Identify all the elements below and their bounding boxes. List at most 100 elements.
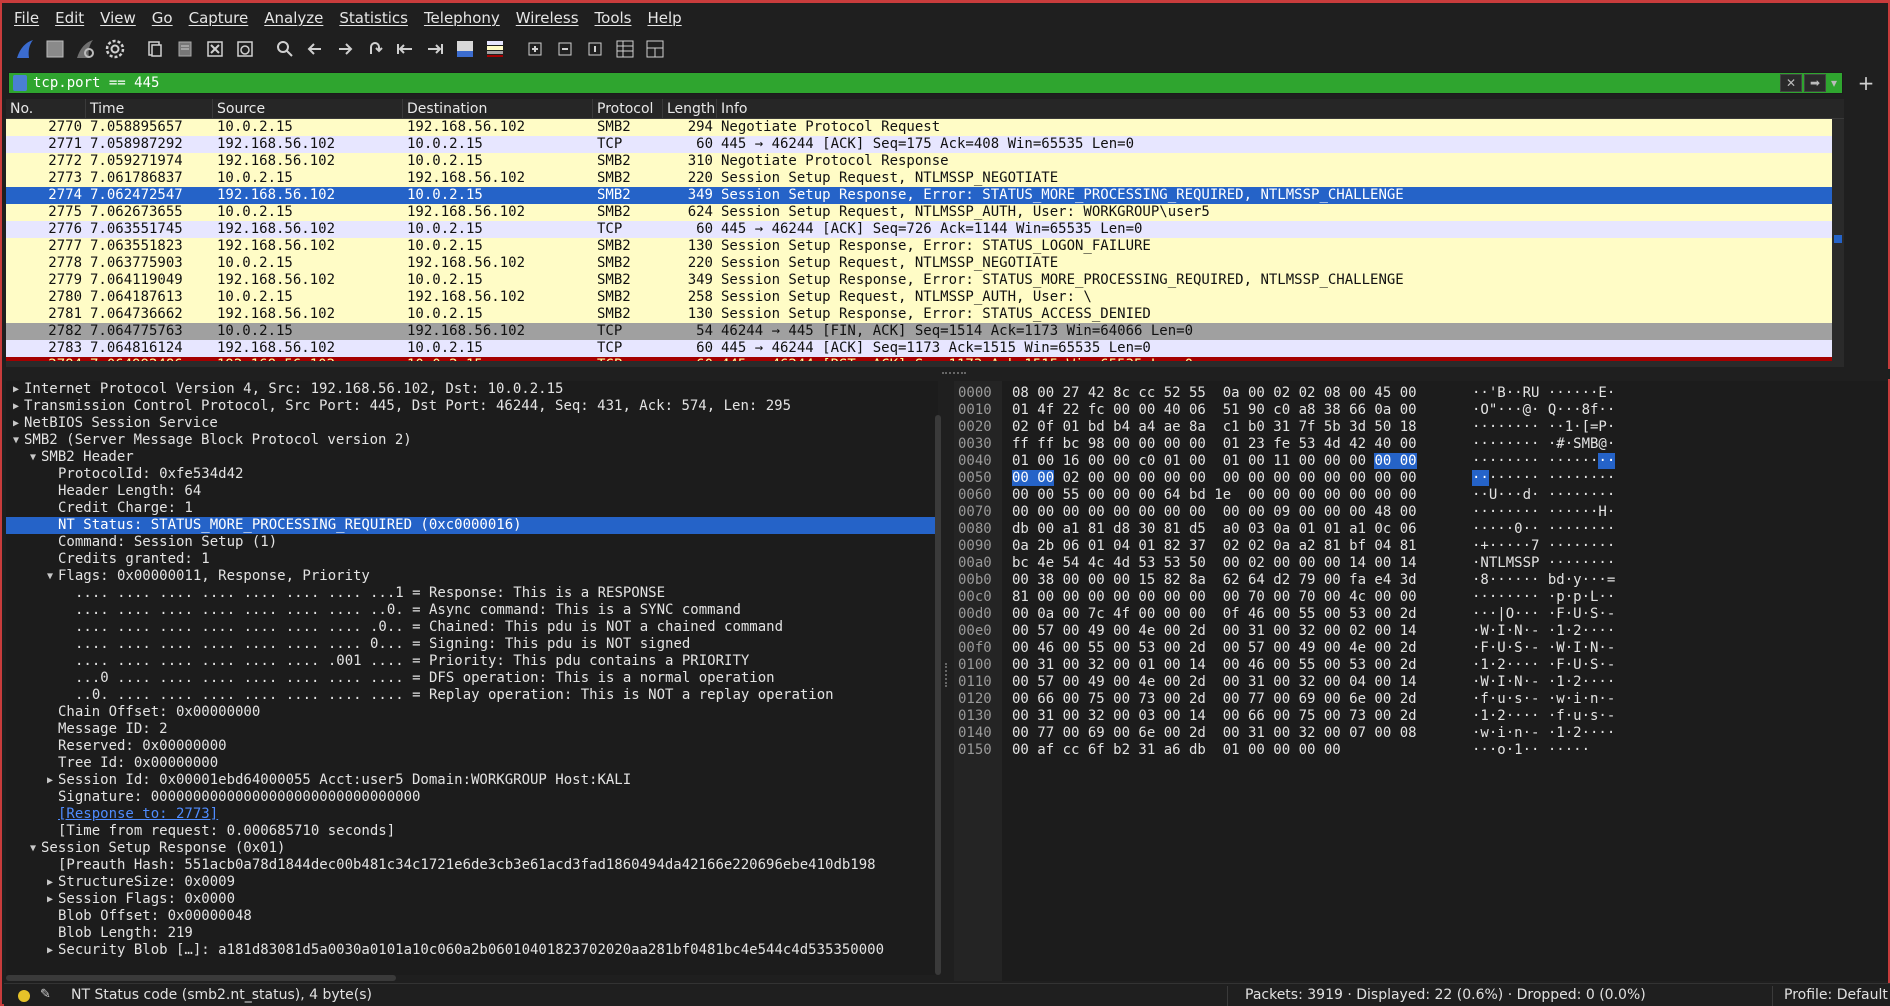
capture-comment-edit-icon[interactable]: ✎ xyxy=(40,987,54,1003)
packet-row[interactable]: 2775 7.062673655 10.0.2.15 192.168.56.102 SM… xyxy=(6,204,1844,221)
byte-hex[interactable]: 00 38 00 00 00 15 82 8a 62 64 d2 79 00 f… xyxy=(1012,572,1417,589)
vertical-splitter-grip[interactable] xyxy=(945,663,949,687)
packet-row[interactable]: 2780 7.064187613 10.0.2.15 192.168.56.102 SM… xyxy=(6,289,1844,306)
byte-ascii[interactable]: ·O"···@· Q···8f·· xyxy=(1472,402,1615,419)
detail-tree-row[interactable]: .... .... .... .... .... .... .... ...1 … xyxy=(6,585,938,602)
detail-tree-row[interactable]: .... .... .... .... .... .... .... ..0. … xyxy=(6,602,938,619)
detail-tree-row[interactable]: Chain Offset: 0x00000000 xyxy=(6,704,938,721)
normal-size-icon[interactable] xyxy=(580,34,610,64)
byte-hex[interactable]: 81 00 00 00 00 00 00 00 00 70 00 70 00 4… xyxy=(1012,589,1417,606)
byte-hex[interactable]: 00 46 00 55 00 53 00 2d 00 57 00 49 00 4… xyxy=(1012,640,1417,657)
collapsed-arrow-icon[interactable]: ▶ xyxy=(44,772,56,789)
byte-ascii[interactable]: ········ ······H· xyxy=(1472,504,1615,521)
clear-filter-icon[interactable]: ✕ xyxy=(1780,74,1802,92)
menu-help[interactable]: Help xyxy=(639,9,689,27)
add-filter-button-plus-icon[interactable]: + xyxy=(1854,71,1878,95)
stop-square-icon[interactable] xyxy=(40,34,70,64)
byte-ascii[interactable]: ·F·U·S·- ·W·I·N·- xyxy=(1472,640,1615,657)
byte-hex[interactable]: 00 57 00 49 00 4e 00 2d 00 31 00 32 00 0… xyxy=(1012,674,1417,691)
byte-ascii[interactable]: ·W·I·N·- ·1·2···· xyxy=(1472,623,1615,640)
detail-tree-row[interactable]: Blob Offset: 0x00000048 xyxy=(6,908,938,925)
byte-ascii[interactable]: ········ ········ xyxy=(1472,453,1616,470)
forward-arrow-icon[interactable] xyxy=(330,34,360,64)
packet-row[interactable]: 2781 7.064736662 192.168.56.102 10.0.2.15 SM… xyxy=(6,306,1844,323)
expanded-arrow-icon[interactable]: ▼ xyxy=(44,568,56,585)
detail-tree-row[interactable]: Tree Id: 0x00000000 xyxy=(6,755,938,772)
pane-splitter[interactable] xyxy=(2,369,1890,379)
detail-tree-row[interactable]: ▼ Session Setup Response (0x01) xyxy=(6,840,938,857)
byte-ascii[interactable]: ···|O··· ·F·U·S·- xyxy=(1472,606,1615,623)
menu-telephony[interactable]: Telephony xyxy=(416,9,508,27)
byte-hex[interactable]: 00 00 00 00 00 00 00 00 00 00 09 00 00 0… xyxy=(1012,504,1417,521)
byte-ascii[interactable]: ·f·u·s·- ·w·i·n·- xyxy=(1472,691,1615,708)
byte-ascii[interactable]: ··'B··RU ······E· xyxy=(1472,385,1615,402)
byte-ascii[interactable]: ···o·1·· ····· xyxy=(1472,742,1590,759)
menu-statistics[interactable]: Statistics xyxy=(331,9,416,27)
packet-list-horizontal-scrollbar[interactable] xyxy=(6,361,1832,367)
detail-tree-row[interactable]: Blob Length: 219 xyxy=(6,925,938,942)
byte-ascii[interactable]: ·w·i·n·- ·1·2···· xyxy=(1472,725,1615,742)
collapsed-arrow-icon[interactable]: ▶ xyxy=(44,891,56,908)
packet-row[interactable]: 2777 7.063551823 192.168.56.102 10.0.2.15 SM… xyxy=(6,238,1844,255)
expanded-arrow-icon[interactable]: ▼ xyxy=(10,432,22,449)
display-filter-input[interactable] xyxy=(27,73,1780,93)
menu-tools[interactable]: Tools xyxy=(587,9,640,27)
apply-filter-arrow-icon[interactable]: ➡ xyxy=(1804,74,1826,92)
detail-tree-row[interactable]: ▶ Security Blob […]: a181d83081d5a0030a01… xyxy=(6,942,938,959)
column-header-info[interactable]: Info xyxy=(717,99,1844,118)
detail-tree-row[interactable]: ▶ Internet Protocol Version 4, Src: 192.1… xyxy=(6,381,938,398)
close-file-icon[interactable] xyxy=(200,34,230,64)
packet-row[interactable]: 2774 7.062472547 192.168.56.102 10.0.2.15 SM… xyxy=(6,187,1844,204)
byte-hex[interactable]: bc 4e 54 4c 4d 53 53 50 00 02 00 00 00 1… xyxy=(1012,555,1417,572)
byte-hex[interactable]: ff ff bc 98 00 00 00 00 01 23 fe 53 4d 4… xyxy=(1012,436,1417,453)
byte-hex[interactable]: 00 57 00 49 00 4e 00 2d 00 31 00 32 00 0… xyxy=(1012,623,1417,640)
packet-list-scrollbar[interactable] xyxy=(1832,119,1844,367)
open-file-icon[interactable] xyxy=(140,34,170,64)
autoscroll-icon[interactable] xyxy=(450,34,480,64)
detail-tree-row[interactable]: ▼ Flags: 0x00000011, Response, Priority xyxy=(6,568,938,585)
byte-hex[interactable]: 00 31 00 32 00 03 00 14 00 66 00 75 00 7… xyxy=(1012,708,1417,725)
first-packet-icon[interactable] xyxy=(390,34,420,64)
byte-ascii[interactable]: ·W·I·N·- ·1·2···· xyxy=(1472,674,1615,691)
detail-tree-row[interactable]: ▶ Session Flags: 0x0000 xyxy=(6,891,938,908)
menu-wireless[interactable]: Wireless xyxy=(508,9,587,27)
byte-ascii[interactable]: ·1·2···· ·f·u·s·- xyxy=(1472,708,1615,725)
byte-hex[interactable]: 01 00 16 00 00 c0 01 00 01 00 11 00 00 0… xyxy=(1012,453,1417,470)
menu-go[interactable]: Go xyxy=(144,9,181,27)
detail-tree-row[interactable]: ▶ StructureSize: 0x0009 xyxy=(6,874,938,891)
packet-row[interactable]: 2779 7.064119049 192.168.56.102 10.0.2.15 SM… xyxy=(6,272,1844,289)
packet-row[interactable]: 2773 7.061786837 10.0.2.15 192.168.56.102 SM… xyxy=(6,170,1844,187)
filter-history-chevron-down-icon[interactable]: ▾ xyxy=(1828,74,1840,92)
detail-tree-row[interactable]: Message ID: 2 xyxy=(6,721,938,738)
detail-tree-row[interactable]: [Response to: 2773] xyxy=(6,806,938,823)
byte-ascii[interactable]: ·8······ bd·y···= xyxy=(1472,572,1615,589)
detail-tree-row[interactable]: ..0. .... .... .... .... .... .... .... … xyxy=(6,687,938,704)
byte-hex[interactable]: 02 0f 01 bd b4 a4 ae 8a c1 b0 31 7f 5b 3… xyxy=(1012,419,1417,436)
byte-hex[interactable]: db 00 a1 81 d8 30 81 d5 a0 03 0a 01 01 a… xyxy=(1012,521,1417,538)
packet-row[interactable]: 2778 7.063775903 10.0.2.15 192.168.56.102 SM… xyxy=(6,255,1844,272)
details-horizontal-scrollbar[interactable] xyxy=(6,975,396,981)
reload-icon[interactable] xyxy=(230,34,260,64)
bookmark-icon[interactable] xyxy=(13,75,27,91)
column-header-length[interactable]: Length xyxy=(663,99,717,118)
menu-capture[interactable]: Capture xyxy=(181,9,257,27)
detail-tree-row[interactable]: ProtocolId: 0xfe534d42 xyxy=(6,466,938,483)
byte-ascii[interactable]: ··U···d· ········ xyxy=(1472,487,1615,504)
detail-tree-row[interactable]: Signature: 00000000000000000000000000000… xyxy=(6,789,938,806)
byte-ascii[interactable]: ········ ·p·p·L·· xyxy=(1472,589,1615,606)
detail-tree-row[interactable]: .... .... .... .... .... .... .... 0... … xyxy=(6,636,938,653)
detail-tree-row[interactable]: ▶ Transmission Control Protocol, Src Port… xyxy=(6,398,938,415)
byte-hex[interactable]: 00 00 55 00 00 00 64 bd 1e 00 00 00 00 0… xyxy=(1012,487,1417,504)
column-header-source[interactable]: Source xyxy=(213,99,403,118)
packet-row[interactable]: 2772 7.059271974 192.168.56.102 10.0.2.15 SM… xyxy=(6,153,1844,170)
restart-fin-icon[interactable] xyxy=(70,34,100,64)
detail-tree-row[interactable]: ...0 .... .... .... .... .... .... .... … xyxy=(6,670,938,687)
status-profile[interactable]: Profile: Default xyxy=(1784,987,1888,1003)
detail-tree-row[interactable]: [Time from request: 0.000685710 seconds] xyxy=(6,823,938,840)
byte-ascii[interactable]: ·1·2···· ·F·U·S·- xyxy=(1472,657,1615,674)
response-link[interactable]: [Response to: 2773] xyxy=(58,806,218,823)
packet-row[interactable]: 2771 7.058987292 192.168.56.102 10.0.2.15 TC… xyxy=(6,136,1844,153)
detail-tree-row[interactable]: Credits granted: 1 xyxy=(6,551,938,568)
zoom-in-icon[interactable] xyxy=(520,34,550,64)
packet-row[interactable]: 2770 7.058895657 10.0.2.15 192.168.56.102 SM… xyxy=(6,119,1844,136)
